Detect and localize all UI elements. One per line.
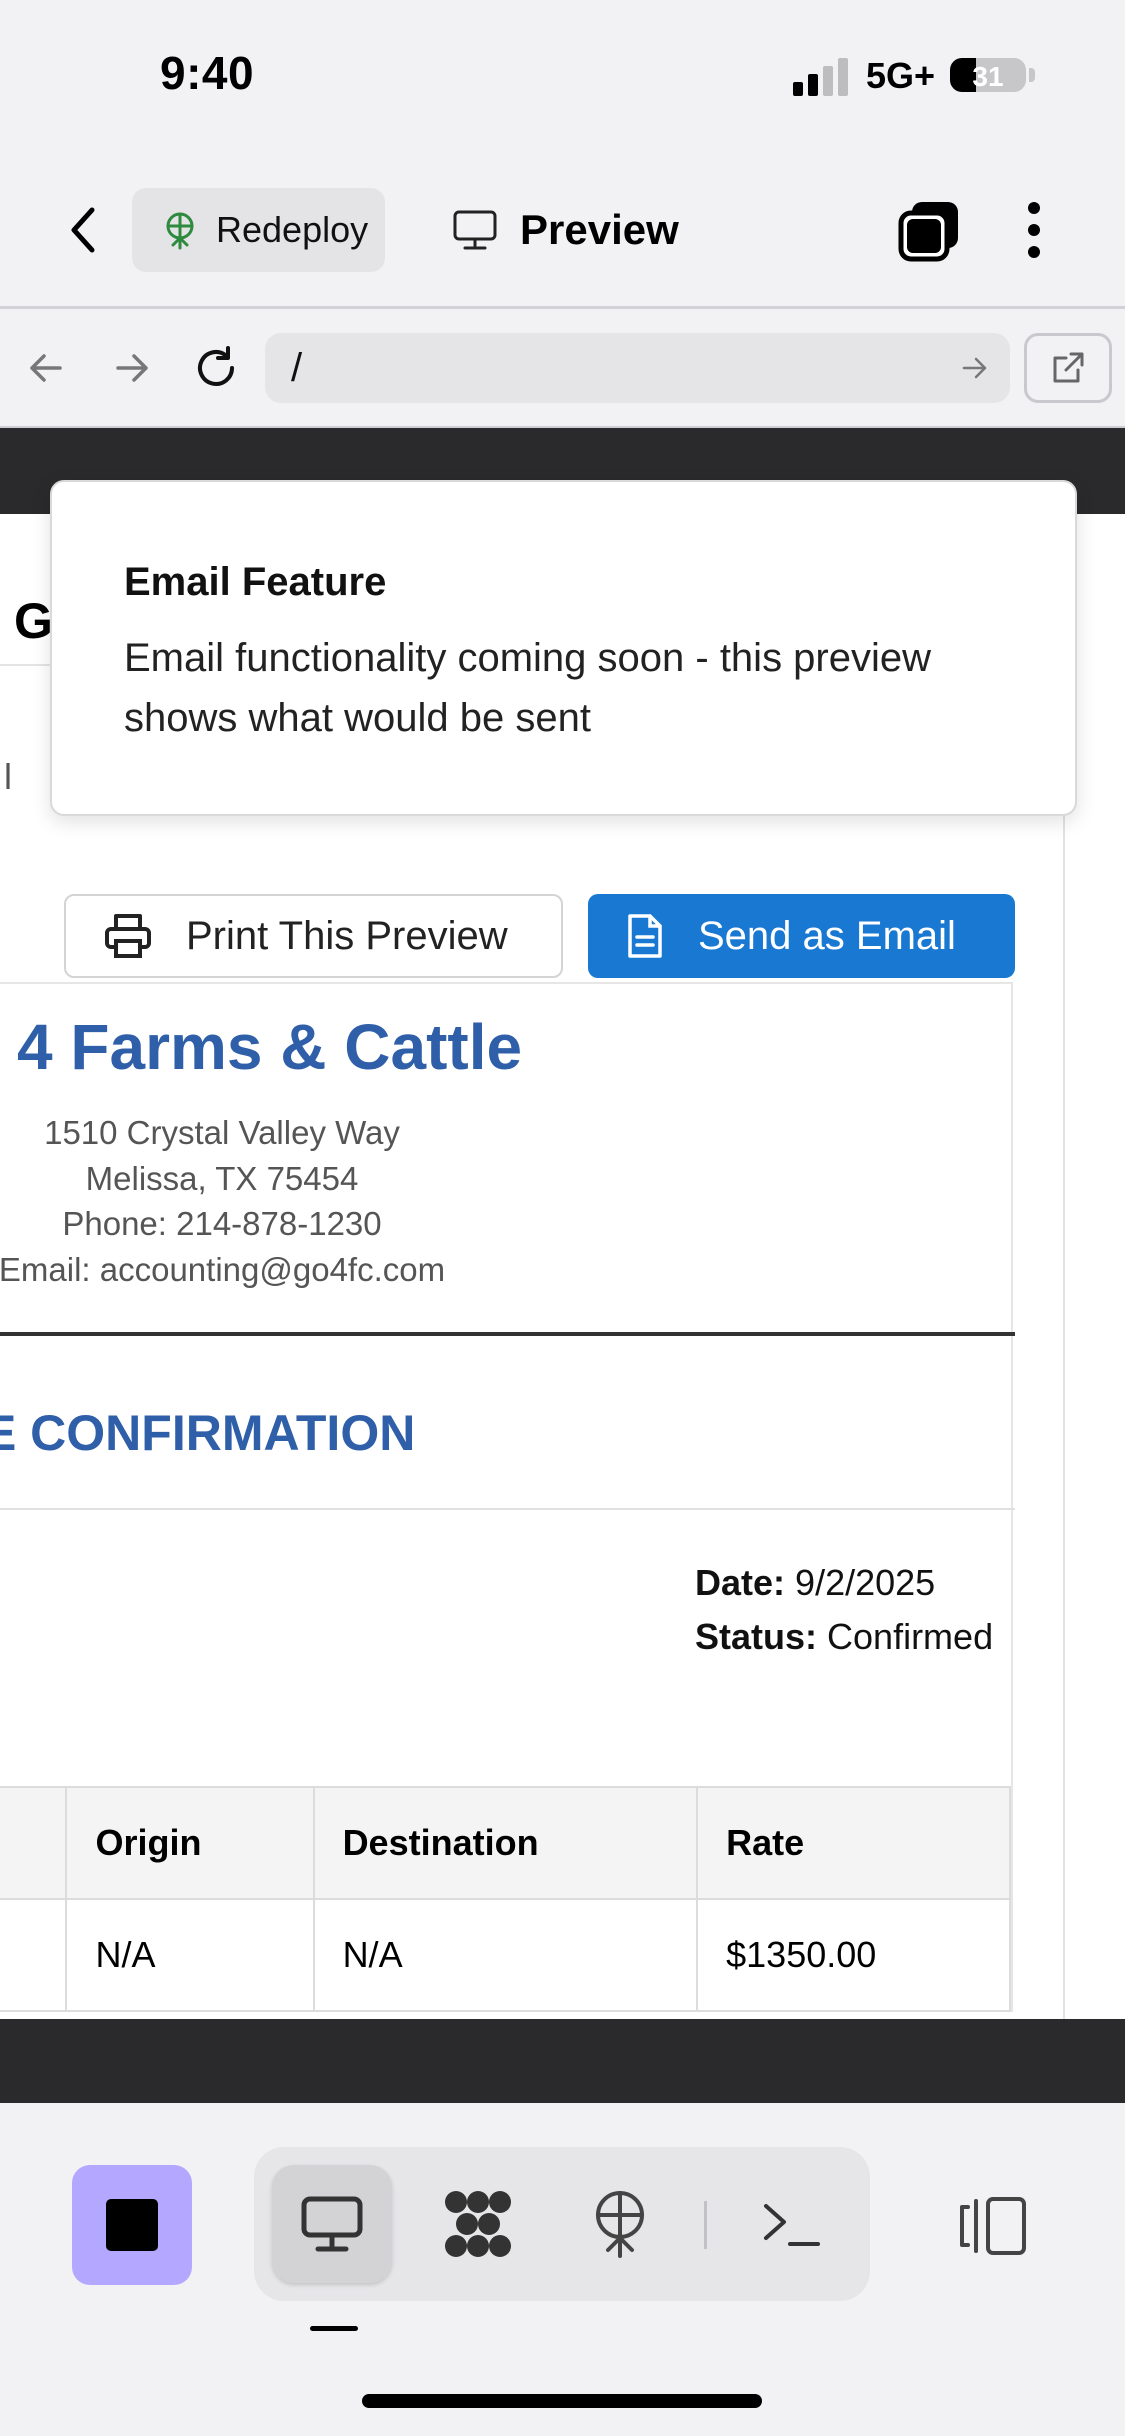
toolbar-divider xyxy=(0,306,1125,309)
rate-confirmation-document: 4 Farms & Cattle 1510 Crystal Valley Way… xyxy=(0,982,1015,2012)
nav-deploy[interactable] xyxy=(560,2165,680,2283)
printer-icon xyxy=(105,914,151,958)
redeploy-label: Redeploy xyxy=(216,209,369,250)
desktop-icon xyxy=(301,2196,363,2252)
table-row: N/A N/A $1350.00 xyxy=(0,1898,1011,2012)
company-name: 4 Farms & Cattle xyxy=(17,1011,523,1083)
home-indicator[interactable] xyxy=(362,2394,762,2408)
company-email: Email: accounting@go4fc.com xyxy=(0,1251,446,1288)
deploy-icon xyxy=(596,2191,644,2258)
preview-label: Preview xyxy=(520,206,679,253)
nav-terminal[interactable] xyxy=(732,2165,852,2283)
date-label: Date: xyxy=(695,1562,786,1603)
active-tab-indicator xyxy=(310,2326,358,2331)
battery-level: 31 xyxy=(972,61,1004,92)
battery-nub xyxy=(1029,68,1035,82)
email-feature-toast[interactable]: Email Feature Email functionality coming… xyxy=(50,480,1077,816)
status-label: Status: xyxy=(695,1616,818,1657)
table-cell-rate: $1350.00 xyxy=(696,1898,1011,2012)
toast-title: Email Feature xyxy=(124,560,387,604)
nav-separator xyxy=(704,2201,707,2249)
document-status: Status: Confirmed xyxy=(695,1616,993,1658)
go-arrow-icon[interactable] xyxy=(962,356,988,380)
company-address-line2: Melissa, TX 75454 xyxy=(85,1160,359,1197)
tab-preview[interactable]: Preview xyxy=(452,196,679,264)
external-link-icon xyxy=(1053,352,1084,383)
document-title: ATE CONFIRMATION xyxy=(0,1405,416,1461)
open-external-button[interactable] xyxy=(1024,333,1112,403)
print-preview-button[interactable]: Print This Preview xyxy=(64,894,563,978)
arrow-left-icon[interactable] xyxy=(26,348,66,393)
nav-packages[interactable] xyxy=(418,2165,538,2283)
company-address-line1: 1510 Crystal Valley Way xyxy=(44,1114,400,1151)
network-type: 5G+ xyxy=(866,55,936,96)
toast-message: Email functionality coming soon - this p… xyxy=(124,636,932,740)
status-time: 9:40 xyxy=(160,47,255,99)
table-cell-destination: N/A xyxy=(312,1898,699,2012)
document-icon xyxy=(628,914,662,958)
more-vertical-icon[interactable] xyxy=(1026,200,1042,265)
status-value: Confirmed xyxy=(827,1616,994,1657)
table-header-destination: Destination xyxy=(312,1786,699,1900)
company-phone: Phone: 214-878-1230 xyxy=(62,1205,382,1242)
tabs-icon[interactable] xyxy=(898,200,960,267)
document-date: Date: 9/2/2025 xyxy=(695,1562,935,1604)
deploy-icon xyxy=(166,212,194,250)
monitor-icon xyxy=(453,210,497,250)
table-cell-origin: N/A xyxy=(65,1898,315,2012)
stop-icon xyxy=(106,2199,158,2251)
table-header-origin: Origin xyxy=(65,1786,315,1900)
partial-header-letter: G xyxy=(14,593,53,649)
url-input[interactable]: / xyxy=(265,333,1010,403)
document-divider xyxy=(0,1332,1015,1336)
table-header-partial xyxy=(0,1786,68,1900)
load-table: Origin Destination Rate N/A N/A $1350.00 xyxy=(0,1786,1011,2012)
redeploy-button[interactable]: Redeploy xyxy=(132,188,385,272)
bottom-nav xyxy=(254,2147,870,2301)
send-label: Send as Email xyxy=(698,913,956,958)
partial-bar-letter: l xyxy=(4,756,12,797)
table-cell-partial xyxy=(0,1898,68,2012)
nav-desktop[interactable] xyxy=(272,2165,392,2283)
table-header-rate: Rate xyxy=(696,1786,1011,1900)
table-header-row: Origin Destination Rate xyxy=(0,1786,1011,1900)
reload-icon[interactable] xyxy=(192,344,240,397)
battery-icon: 31 xyxy=(950,58,1026,92)
split-panel-icon[interactable] xyxy=(958,2195,1028,2262)
title-divider xyxy=(0,1508,1015,1510)
chevron-left-icon[interactable] xyxy=(64,206,104,259)
date-value: 9/2/2025 xyxy=(795,1562,936,1603)
stop-button[interactable] xyxy=(72,2165,192,2285)
signal-icon xyxy=(793,58,851,96)
url-text: / xyxy=(291,346,303,390)
terminal-icon xyxy=(764,2204,820,2246)
send-email-button[interactable]: Send as Email xyxy=(588,894,1015,978)
packages-icon xyxy=(445,2191,511,2257)
arrow-right-icon[interactable] xyxy=(112,348,152,393)
print-label: Print This Preview xyxy=(186,913,508,958)
